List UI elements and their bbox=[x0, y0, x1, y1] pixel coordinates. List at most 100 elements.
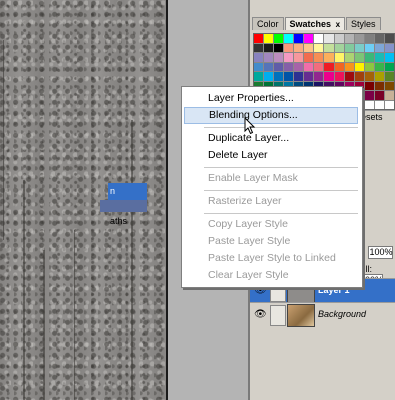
layer-context-menu: Layer Properties... Blending Options... … bbox=[181, 86, 363, 288]
color-swatch[interactable] bbox=[304, 72, 314, 81]
color-swatch[interactable] bbox=[364, 53, 374, 62]
color-swatch[interactable] bbox=[374, 43, 384, 52]
color-swatch[interactable] bbox=[374, 81, 384, 90]
color-swatch[interactable] bbox=[384, 100, 394, 109]
menu-item-blending-options[interactable]: Blending Options... bbox=[184, 107, 358, 124]
color-swatch[interactable] bbox=[294, 53, 304, 62]
color-swatch[interactable] bbox=[294, 34, 304, 43]
tab-paths[interactable]: aths bbox=[110, 216, 127, 226]
color-swatch[interactable] bbox=[354, 72, 364, 81]
color-swatch[interactable] bbox=[304, 62, 314, 71]
color-swatch[interactable] bbox=[304, 43, 314, 52]
color-swatch[interactable] bbox=[384, 34, 394, 43]
color-swatch[interactable] bbox=[304, 53, 314, 62]
color-swatch[interactable] bbox=[324, 53, 334, 62]
menu-item-delete-layer[interactable]: Delete Layer bbox=[184, 147, 358, 164]
color-swatch[interactable] bbox=[384, 62, 394, 71]
color-swatch[interactable] bbox=[274, 72, 284, 81]
color-swatch[interactable] bbox=[344, 53, 354, 62]
color-swatch[interactable] bbox=[354, 34, 364, 43]
eye-icon[interactable]: 👁 bbox=[254, 309, 267, 320]
color-swatch[interactable] bbox=[284, 72, 294, 81]
color-swatch[interactable] bbox=[344, 62, 354, 71]
color-swatch[interactable] bbox=[334, 72, 344, 81]
color-swatch[interactable] bbox=[304, 34, 314, 43]
color-swatch[interactable] bbox=[384, 72, 394, 81]
color-swatch[interactable] bbox=[384, 91, 394, 100]
tab-swatches[interactable]: Swatches x bbox=[284, 17, 346, 30]
color-swatch[interactable] bbox=[314, 72, 324, 81]
color-swatch[interactable] bbox=[354, 62, 364, 71]
color-swatch[interactable] bbox=[364, 62, 374, 71]
opacity-control: y: 100% bbox=[358, 246, 393, 259]
color-swatch[interactable] bbox=[384, 53, 394, 62]
color-swatch[interactable] bbox=[284, 53, 294, 62]
color-swatch[interactable] bbox=[264, 72, 274, 81]
color-swatch[interactable] bbox=[314, 43, 324, 52]
color-swatch[interactable] bbox=[274, 43, 284, 52]
color-swatch[interactable] bbox=[264, 62, 274, 71]
color-swatch[interactable] bbox=[264, 53, 274, 62]
color-swatch[interactable] bbox=[344, 34, 354, 43]
color-swatch[interactable] bbox=[374, 53, 384, 62]
color-swatch[interactable] bbox=[274, 34, 284, 43]
color-swatch[interactable] bbox=[354, 53, 364, 62]
color-swatch[interactable] bbox=[324, 43, 334, 52]
active-layer-band[interactable]: n bbox=[108, 183, 147, 200]
layer-thumbnail bbox=[287, 304, 315, 327]
color-swatch[interactable] bbox=[364, 91, 374, 100]
texture-crack bbox=[23, 180, 25, 400]
color-swatch[interactable] bbox=[274, 62, 284, 71]
color-swatch[interactable] bbox=[254, 34, 264, 43]
color-swatch[interactable] bbox=[254, 43, 264, 52]
color-swatch[interactable] bbox=[294, 62, 304, 71]
color-swatch[interactable] bbox=[314, 62, 324, 71]
tab-styles[interactable]: Styles bbox=[346, 17, 381, 30]
opacity-field[interactable]: 100% bbox=[367, 246, 393, 259]
menu-item-layer-properties[interactable]: Layer Properties... bbox=[184, 90, 358, 107]
color-swatch[interactable] bbox=[344, 72, 354, 81]
color-swatch[interactable] bbox=[344, 43, 354, 52]
color-swatch[interactable] bbox=[384, 43, 394, 52]
color-swatch[interactable] bbox=[254, 62, 264, 71]
color-swatch[interactable] bbox=[384, 81, 394, 90]
color-swatch[interactable] bbox=[374, 72, 384, 81]
color-swatch[interactable] bbox=[284, 34, 294, 43]
color-swatch[interactable] bbox=[254, 53, 264, 62]
layer-row-background[interactable]: 👁 Background bbox=[250, 302, 395, 327]
color-swatch[interactable] bbox=[324, 34, 334, 43]
color-swatch[interactable] bbox=[334, 43, 344, 52]
color-swatch[interactable] bbox=[364, 100, 374, 109]
menu-item-duplicate-layer[interactable]: Duplicate Layer... bbox=[184, 130, 358, 147]
color-swatch[interactable] bbox=[264, 34, 274, 43]
color-swatch[interactable] bbox=[314, 53, 324, 62]
layers-toolbar bbox=[100, 200, 147, 212]
color-swatch[interactable] bbox=[284, 62, 294, 71]
close-icon[interactable]: x bbox=[336, 20, 340, 29]
menu-item-paste-layer-style-to-linked: Paste Layer Style to Linked bbox=[208, 252, 336, 264]
color-swatch[interactable] bbox=[374, 34, 384, 43]
color-swatch[interactable] bbox=[264, 43, 274, 52]
color-swatch[interactable] bbox=[364, 43, 374, 52]
color-swatch[interactable] bbox=[334, 34, 344, 43]
color-swatch[interactable] bbox=[324, 62, 334, 71]
color-swatch[interactable] bbox=[364, 34, 374, 43]
color-swatch[interactable] bbox=[374, 91, 384, 100]
color-swatch[interactable] bbox=[294, 43, 304, 52]
link-box[interactable] bbox=[270, 305, 286, 326]
layer-name: Background bbox=[318, 309, 367, 319]
tab-color[interactable]: Color bbox=[252, 17, 284, 30]
color-swatch[interactable] bbox=[254, 72, 264, 81]
color-swatch[interactable] bbox=[364, 72, 374, 81]
color-swatch[interactable] bbox=[374, 62, 384, 71]
color-swatch[interactable] bbox=[334, 62, 344, 71]
color-swatch[interactable] bbox=[364, 81, 374, 90]
color-swatch[interactable] bbox=[334, 53, 344, 62]
color-swatch[interactable] bbox=[314, 34, 324, 43]
color-swatch[interactable] bbox=[284, 43, 294, 52]
color-swatch[interactable] bbox=[274, 53, 284, 62]
color-swatch[interactable] bbox=[294, 72, 304, 81]
color-swatch[interactable] bbox=[324, 72, 334, 81]
color-swatch[interactable] bbox=[374, 100, 384, 109]
color-swatch[interactable] bbox=[354, 43, 364, 52]
